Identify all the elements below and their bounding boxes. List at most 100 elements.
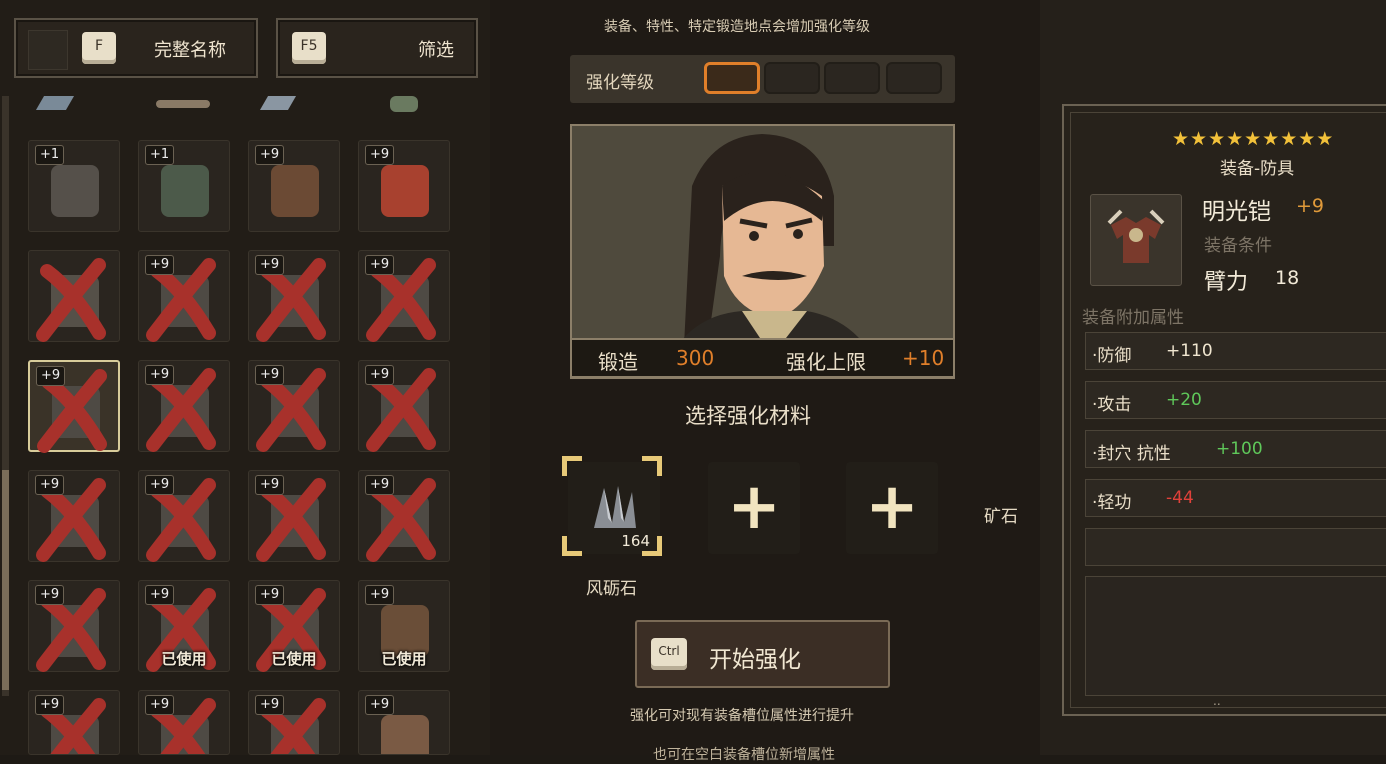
demon-mask-icon	[381, 165, 429, 217]
inventory-slot[interactable]: +9	[358, 470, 450, 562]
item-level-badge: +9	[145, 585, 175, 605]
attr-row: ·防御 +110	[1085, 332, 1386, 370]
armor-red-black-icon	[161, 165, 209, 217]
inventory-slot[interactable]: +9 已使用	[248, 580, 340, 672]
item-level-badge: +9	[365, 695, 395, 715]
item-level-badge: +9	[145, 475, 175, 495]
forge-hint-top: 装备、特性、特定锻造地点会增加强化等级	[604, 19, 870, 35]
limit-value: +10	[902, 346, 945, 370]
description-box	[1085, 576, 1386, 696]
item-level-badge: +9	[255, 255, 285, 275]
inventory-slot[interactable]: +9	[138, 470, 230, 562]
enhance-level-label: 强化等级	[586, 73, 654, 93]
item-level-badge: +9	[365, 365, 395, 385]
item-plus: +9	[1296, 195, 1325, 217]
material-name: 风砺石	[586, 579, 637, 599]
attr-row: ·封穴 抗性 +100	[1085, 430, 1386, 468]
attr-name: ·轻功	[1092, 493, 1132, 513]
material-slot-3[interactable]: +	[846, 462, 938, 554]
attr-row-empty	[1085, 528, 1386, 566]
inventory-slot[interactable]: +9 已使用	[358, 580, 450, 672]
item-level-badge: +9	[365, 585, 395, 605]
inventory-slot[interactable]: +9	[248, 140, 340, 232]
attr-name: ·攻击	[1092, 395, 1132, 415]
inventory-slot[interactable]: +9	[358, 250, 450, 342]
inventory-slot[interactable]: +1	[28, 140, 120, 232]
forge-stat-bar: 锻造 300 强化上限 +10	[570, 338, 955, 378]
inventory-slot[interactable]: +9	[28, 360, 120, 453]
item-level-badge: +9	[145, 365, 175, 385]
item-level-badge: +9	[365, 145, 395, 165]
key-ctrl-icon: Ctrl	[651, 638, 687, 670]
inventory-slot[interactable]: +1	[138, 140, 230, 232]
key-f5-icon: F5	[292, 32, 326, 64]
inventory-slot[interactable]: +9	[28, 580, 120, 672]
attr-row: ·轻功 -44	[1085, 479, 1386, 517]
inventory-slot[interactable]: +9	[138, 360, 230, 452]
inventory-slot[interactable]: +9	[138, 250, 230, 342]
knife-icon	[259, 96, 297, 110]
more-dots: ..	[1213, 694, 1221, 708]
requirement-label: 装备条件	[1204, 236, 1272, 256]
inventory-slot[interactable]: +9	[358, 690, 450, 755]
attr-value: +20	[1166, 390, 1202, 410]
attr-value: -44	[1166, 488, 1194, 508]
inventory-slot[interactable]: +9	[248, 470, 340, 562]
item-level-badge: +9	[145, 255, 175, 275]
inventory-slot[interactable]: +9 已使用	[138, 580, 230, 672]
sort-checkbox[interactable]	[28, 30, 68, 70]
sort-name-label: 完整名称	[154, 40, 226, 61]
item-level-badge: +9	[36, 366, 66, 386]
inventory-slot[interactable]	[28, 250, 120, 342]
requirement-value: 18	[1275, 267, 1300, 289]
forge-label: 锻造	[598, 350, 638, 374]
item-category: 装备-防具	[1220, 159, 1295, 179]
item-name: 明光铠	[1202, 199, 1271, 225]
ore-label: 矿石	[984, 507, 1018, 527]
material-slot-1[interactable]: 164	[562, 456, 662, 556]
attr-name: ·封穴 抗性	[1092, 444, 1171, 464]
inventory-slot[interactable]: +9	[28, 470, 120, 562]
attr-value: +110	[1166, 341, 1213, 361]
sword-icon	[381, 715, 429, 754]
inventory-slot[interactable]: +9	[248, 250, 340, 342]
dagger-icon	[35, 96, 75, 110]
inventory-slot[interactable]: +9	[358, 140, 450, 232]
forge-value: 300	[676, 346, 715, 370]
filter-button[interactable]: F5 筛选	[276, 18, 478, 78]
item-level-badge: +1	[35, 145, 65, 165]
key-f-icon: F	[82, 32, 116, 64]
ore-stone-icon	[594, 486, 636, 528]
item-level-badge: +9	[365, 255, 395, 275]
add-material-icon: +	[727, 470, 781, 544]
inventory-scroll-thumb[interactable]	[2, 470, 9, 690]
item-level-badge: +9	[35, 475, 65, 495]
enhance-level-box-2	[764, 62, 820, 94]
hat-icon	[390, 96, 418, 112]
enhance-level-bar: 强化等级	[570, 55, 955, 103]
inventory-slot[interactable]: +9	[358, 360, 450, 452]
inventory-slot[interactable]: +9	[248, 690, 340, 755]
requirement-stat: 臂力	[1204, 270, 1249, 295]
inventory-slot[interactable]: +9	[248, 360, 340, 452]
used-label: 已使用	[381, 650, 427, 668]
item-level-badge: +9	[255, 695, 285, 715]
attr-name: ·防御	[1092, 346, 1132, 366]
start-enhance-button[interactable]: Ctrl 开始强化	[635, 620, 890, 688]
rarity-stars: ★★★★★★★★★	[1172, 128, 1335, 150]
inventory-slot[interactable]: +9	[138, 690, 230, 755]
forge-hint-bottom: 强化可对现有装备槽位属性进行提升	[630, 708, 854, 724]
used-label: 已使用	[271, 650, 317, 668]
add-material-icon: +	[865, 470, 919, 544]
armor-black-icon	[51, 165, 99, 217]
enhance-level-box-3	[824, 62, 880, 94]
sort-name-button[interactable]: F 完整名称	[14, 18, 258, 78]
item-level-badge: +9	[35, 585, 65, 605]
item-level-badge: +9	[365, 475, 395, 495]
material-slot-2[interactable]: +	[708, 462, 800, 554]
inventory-slot[interactable]: +9	[28, 690, 120, 755]
filter-label: 筛选	[418, 40, 454, 61]
material-count: 164	[621, 532, 650, 550]
item-level-badge: +9	[35, 695, 65, 715]
used-label: 已使用	[161, 650, 207, 668]
